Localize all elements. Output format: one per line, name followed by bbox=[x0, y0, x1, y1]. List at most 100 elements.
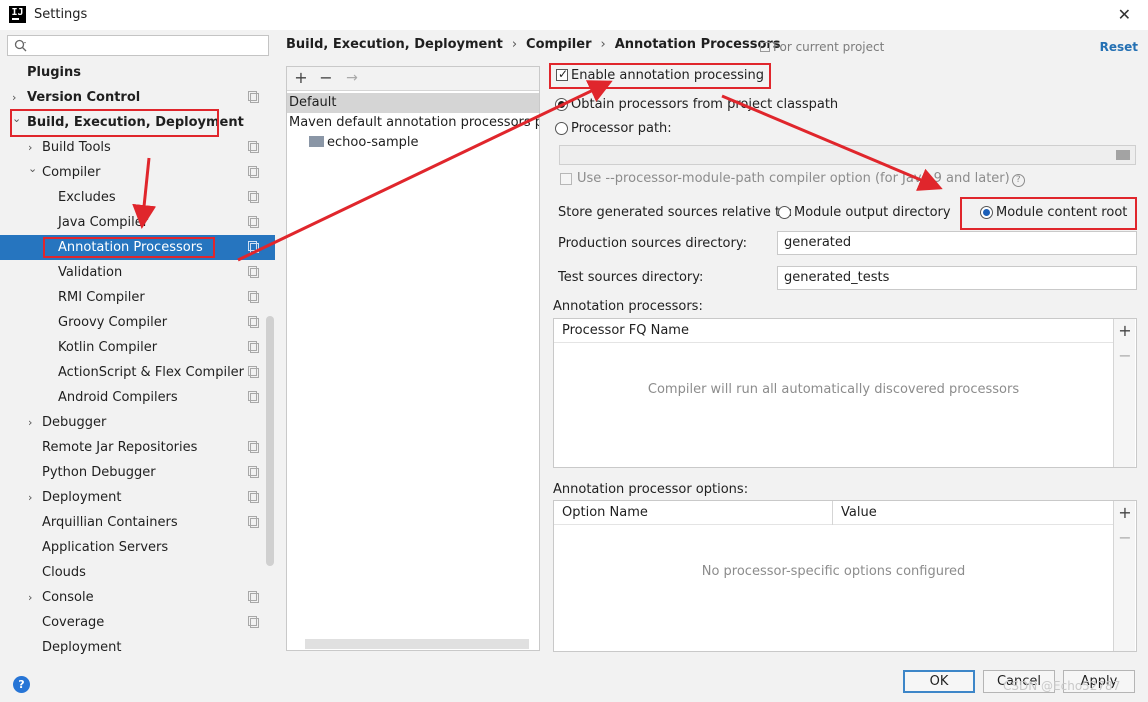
highlight-enable-annotation-processing bbox=[549, 63, 771, 89]
ok-button[interactable]: OK bbox=[903, 670, 975, 693]
sidebar-item-application-servers[interactable]: Application Servers bbox=[0, 535, 275, 560]
chevron-right-icon[interactable]: › bbox=[28, 585, 38, 610]
sidebar-item-label: Excludes bbox=[58, 190, 116, 205]
sidebar-item-deployment[interactable]: Deployment bbox=[0, 635, 275, 660]
project-settings-icon bbox=[248, 341, 259, 353]
sidebar-item-label: Groovy Compiler bbox=[58, 315, 168, 330]
production-sources-label: Production sources directory: bbox=[558, 236, 747, 251]
production-sources-input[interactable]: generated bbox=[777, 231, 1137, 255]
profiles-horizontal-scrollbar[interactable] bbox=[305, 639, 529, 649]
help-icon[interactable]: ? bbox=[1011, 174, 1025, 187]
breadcrumb-separator: › bbox=[511, 37, 518, 52]
sidebar-item-compiler[interactable]: ⌄ Compiler bbox=[0, 160, 275, 185]
project-settings-icon bbox=[248, 316, 259, 328]
sidebar-item-actionscript-flex-compiler[interactable]: ActionScript & Flex Compiler bbox=[0, 360, 275, 385]
highlight-module-content-root bbox=[960, 197, 1137, 230]
intellij-app-icon: IJ bbox=[9, 6, 26, 23]
sidebar-item-groovy-compiler[interactable]: Groovy Compiler bbox=[0, 310, 275, 335]
value-header[interactable]: Value bbox=[833, 501, 877, 525]
processor-path-field[interactable] bbox=[559, 145, 1136, 165]
sidebar-item-arquillian-containers[interactable]: Arquillian Containers bbox=[0, 510, 275, 535]
sidebar-item-plugins[interactable]: Plugins bbox=[0, 60, 275, 85]
processor-module-path-option: Use --processor-module-path compiler opt… bbox=[577, 171, 1025, 187]
annotation-processors-page: Build, Execution, Deployment › Compiler › An… bbox=[275, 30, 1148, 661]
sidebar-item-rmi-compiler[interactable]: RMI Compiler bbox=[0, 285, 275, 310]
option-name-header[interactable]: Option Name bbox=[554, 501, 648, 525]
processor-profiles-panel: + − → Default Maven default annotation p… bbox=[286, 66, 540, 651]
sidebar-item-label: Validation bbox=[58, 265, 123, 280]
sidebar-item-label: RMI Compiler bbox=[58, 290, 145, 305]
move-to-profile-button[interactable]: → bbox=[343, 69, 361, 87]
processor-fq-name-header[interactable]: Processor FQ Name bbox=[554, 319, 689, 343]
chevron-right-icon[interactable]: › bbox=[28, 485, 38, 510]
project-settings-icon bbox=[248, 141, 259, 153]
processors-table-tools: + − bbox=[1113, 319, 1135, 467]
sidebar-item-java-compiler[interactable]: Java Compiler bbox=[0, 210, 275, 235]
sidebar-item-label: Debugger bbox=[42, 415, 107, 430]
sidebar-item-version-control[interactable]: › Version Control bbox=[0, 85, 275, 110]
browse-folder-icon[interactable] bbox=[1116, 150, 1130, 160]
profile-maven-default[interactable]: Maven default annotation processors prof… bbox=[287, 113, 539, 133]
add-processor-button[interactable]: + bbox=[1118, 321, 1132, 340]
sidebar-item-label: Deployment bbox=[42, 640, 122, 655]
project-settings-icon bbox=[248, 291, 259, 303]
project-settings-icon bbox=[248, 166, 259, 178]
add-profile-button[interactable]: + bbox=[292, 69, 310, 87]
project-settings-icon bbox=[248, 91, 259, 103]
sidebar-item-label: Java Compiler bbox=[58, 215, 149, 230]
processors-empty-text: Compiler will run all automatically disc… bbox=[647, 382, 1020, 397]
help-button[interactable]: ? bbox=[13, 676, 30, 693]
project-settings-icon bbox=[248, 266, 259, 278]
for-current-project-note: For current project bbox=[760, 40, 884, 54]
sidebar-item-label: Android Compilers bbox=[58, 390, 178, 405]
remove-option-button[interactable]: − bbox=[1118, 528, 1132, 547]
sidebar-item-label: Deployment bbox=[42, 490, 122, 505]
profile-module-echoo-sample[interactable]: echoo-sample bbox=[287, 133, 539, 153]
sidebar-item-kotlin-compiler[interactable]: Kotlin Compiler bbox=[0, 335, 275, 360]
remove-processor-button[interactable]: − bbox=[1118, 346, 1132, 365]
processors-table-header: Processor FQ Name bbox=[554, 319, 1113, 343]
module-folder-icon bbox=[309, 136, 324, 147]
settings-search-input[interactable] bbox=[7, 35, 269, 56]
sidebar-item-android-compilers[interactable]: Android Compilers bbox=[0, 385, 275, 410]
obtain-from-classpath-radio[interactable] bbox=[555, 98, 568, 111]
sidebar-item-excludes[interactable]: Excludes bbox=[0, 185, 275, 210]
sidebar-item-validation[interactable]: Validation bbox=[0, 260, 275, 285]
sidebar-item-label: Compiler bbox=[42, 165, 101, 180]
sidebar-item-coverage[interactable]: Coverage bbox=[0, 610, 275, 635]
breadcrumb: Build, Execution, Deployment › Compiler › An… bbox=[286, 37, 781, 52]
sidebar-scrollbar[interactable] bbox=[266, 316, 274, 566]
add-option-button[interactable]: + bbox=[1118, 503, 1132, 522]
sidebar-item-console[interactable]: › Console bbox=[0, 585, 275, 610]
test-sources-input[interactable]: generated_tests bbox=[777, 266, 1137, 290]
window-title: Settings bbox=[34, 7, 88, 22]
sidebar-item-deployment[interactable]: › Deployment bbox=[0, 485, 275, 510]
project-settings-icon bbox=[248, 466, 259, 478]
processor-path-label: Processor path: bbox=[571, 121, 672, 136]
profile-default[interactable]: Default bbox=[287, 93, 539, 113]
remove-profile-button[interactable]: − bbox=[317, 69, 335, 87]
processor-module-path-checkbox[interactable] bbox=[560, 173, 572, 185]
project-settings-icon bbox=[248, 391, 259, 403]
module-output-directory-radio[interactable] bbox=[778, 206, 791, 219]
close-icon[interactable]: ✕ bbox=[1118, 5, 1131, 24]
sidebar-item-label: Python Debugger bbox=[42, 465, 156, 480]
processor-path-radio[interactable] bbox=[555, 122, 568, 135]
title-bar: IJ Settings ✕ bbox=[0, 0, 1148, 30]
profiles-toolbar: + − → bbox=[287, 67, 539, 91]
sidebar-item-debugger[interactable]: › Debugger bbox=[0, 410, 275, 435]
sidebar-item-python-debugger[interactable]: Python Debugger bbox=[0, 460, 275, 485]
project-settings-icon bbox=[248, 516, 259, 528]
project-settings-icon bbox=[248, 441, 259, 453]
reset-link[interactable]: Reset bbox=[1100, 40, 1138, 54]
csdn-watermark: CSDN @Echo52787 bbox=[1003, 679, 1121, 693]
chevron-down-icon[interactable]: ⌄ bbox=[28, 156, 38, 181]
obtain-from-classpath-label: Obtain processors from project classpath bbox=[571, 97, 839, 112]
sidebar-item-build-tools[interactable]: › Build Tools bbox=[0, 135, 275, 160]
chevron-right-icon[interactable]: › bbox=[28, 410, 38, 435]
sidebar-item-remote-jar-repositories[interactable]: Remote Jar Repositories bbox=[0, 435, 275, 460]
sidebar-item-label: Coverage bbox=[42, 615, 105, 630]
highlight-annotation-processors-item bbox=[43, 237, 215, 258]
sidebar-item-clouds[interactable]: Clouds bbox=[0, 560, 275, 585]
store-generated-sources-label: Store generated sources relative to: bbox=[558, 205, 793, 220]
